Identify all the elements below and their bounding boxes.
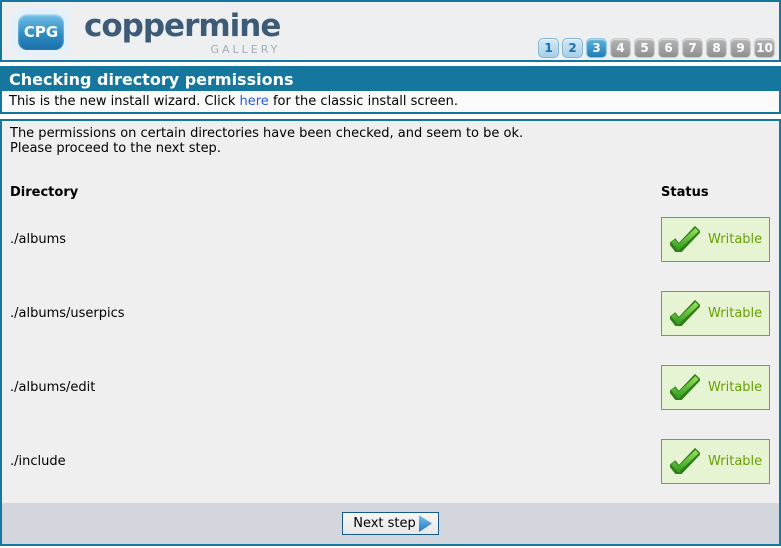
status-badge: Writable [661, 439, 770, 484]
status-label: Writable [708, 380, 762, 395]
directory-path: ./albums [2, 202, 661, 276]
directory-path: ./albums/userpics [2, 276, 661, 350]
status-badge: Writable [661, 365, 770, 410]
green-checkmark-icon [670, 300, 700, 326]
intro-line-2: Please proceed to the next step. [2, 141, 779, 156]
step-button-8: 8 [706, 38, 727, 58]
step-button-6: 6 [658, 38, 679, 58]
table-header-row: Directory Status [2, 156, 779, 202]
table-row: ./include Writable [2, 424, 779, 498]
wizard-note: This is the new install wizard. Click he… [2, 91, 779, 112]
next-arrow-icon [419, 515, 432, 532]
table-row: ./albums/userpics Writable [2, 276, 779, 350]
status-label: Writable [708, 454, 762, 469]
table-row: ./albums Writable [2, 202, 779, 276]
step-button-4: 4 [610, 38, 631, 58]
wizard-note-text: This is the new install wizard. Click [9, 94, 240, 109]
status-badge: Writable [661, 217, 770, 262]
brand-text: coppermine GALLERY [84, 8, 280, 55]
green-checkmark-icon [670, 226, 700, 252]
permissions-content: The permissions on certain directories h… [2, 121, 779, 503]
green-checkmark-icon [670, 374, 700, 400]
directory-path: ./include [2, 424, 661, 498]
title-section: Checking directory permissions This is t… [0, 66, 781, 114]
brand-tagline: GALLERY [84, 44, 280, 55]
step-button-5: 5 [634, 38, 655, 58]
wizard-step-indicator: 1 2 3 4 5 6 7 8 9 10 [538, 2, 779, 60]
next-step-button[interactable]: Next step [342, 512, 439, 535]
directory-path: ./albums/edit [2, 350, 661, 424]
step-button-9: 9 [730, 38, 751, 58]
intro-line-1: The permissions on certain directories h… [2, 126, 779, 141]
classic-install-link[interactable]: here [240, 94, 269, 109]
step-button-2[interactable]: 2 [562, 38, 583, 58]
permissions-table: Directory Status ./albums [2, 156, 779, 498]
column-header-status: Status [661, 156, 779, 202]
page-title: Checking directory permissions [2, 68, 779, 91]
status-label: Writable [708, 306, 762, 321]
green-checkmark-icon [670, 448, 700, 474]
wizard-note-text-after: for the classic install screen. [269, 94, 458, 109]
step-button-3[interactable]: 3 [586, 38, 607, 58]
next-step-label: Next step [353, 516, 416, 531]
step-button-10: 10 [754, 38, 775, 58]
brand-name: coppermine [84, 11, 280, 42]
main-section: The permissions on certain directories h… [0, 119, 781, 546]
step-button-1[interactable]: 1 [538, 38, 559, 58]
column-header-directory: Directory [2, 156, 661, 202]
step-button-7: 7 [682, 38, 703, 58]
status-badge: Writable [661, 291, 770, 336]
table-row: ./albums/edit Writable [2, 350, 779, 424]
cpg-logo-icon: CPG [12, 8, 70, 56]
cpg-logo-text: CPG [18, 14, 64, 50]
coppermine-logo: CPG coppermine GALLERY [2, 2, 280, 60]
status-label: Writable [708, 232, 762, 247]
header: CPG coppermine GALLERY 1 2 3 4 5 6 7 8 9… [0, 0, 781, 62]
footer-bar: Next step [2, 503, 779, 544]
